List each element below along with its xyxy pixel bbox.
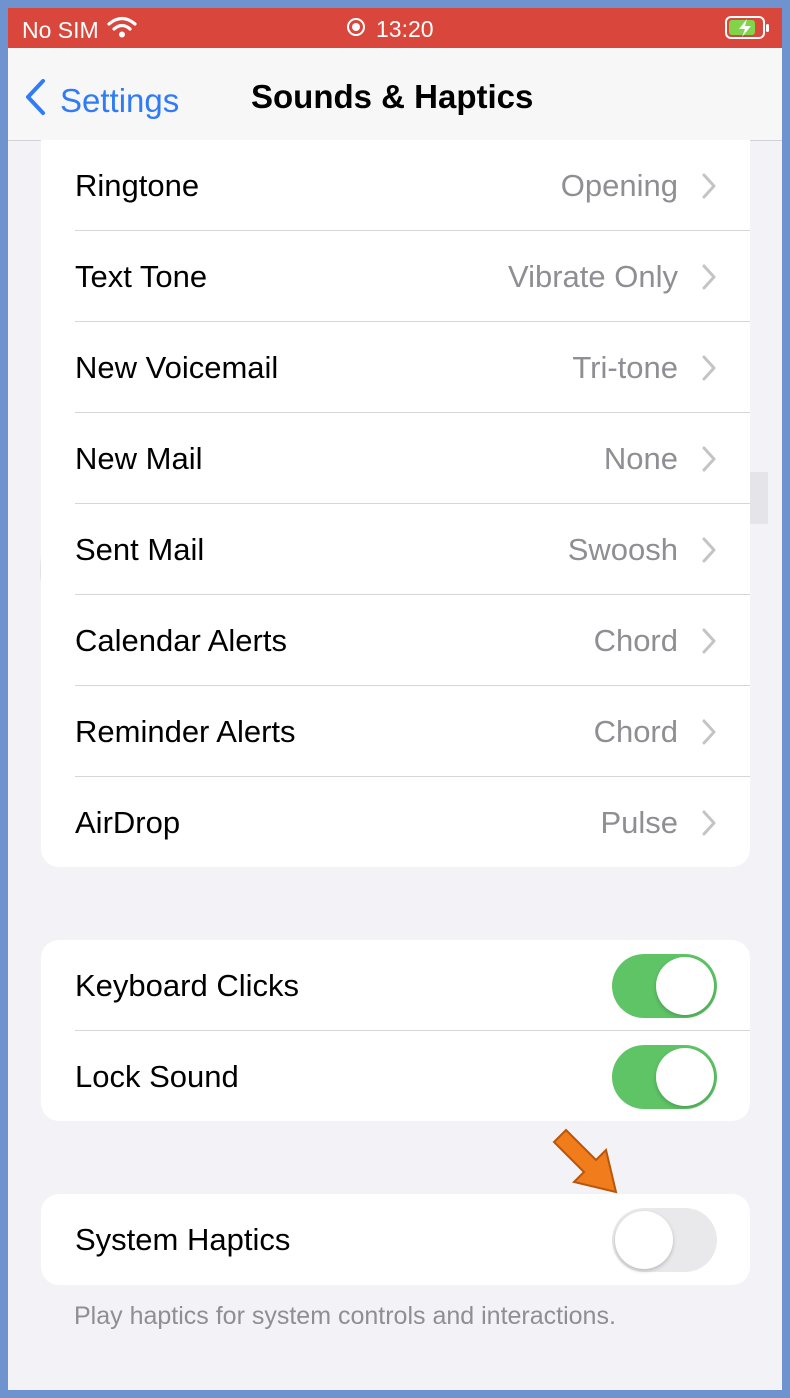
sound-row-ringtone[interactable]: Ringtone Opening — [41, 140, 750, 231]
row-value: Tri-tone — [572, 349, 678, 385]
toggle-knob — [656, 956, 714, 1015]
navigation-bar: Settings Sounds & Haptics — [8, 48, 782, 141]
chevron-right-icon — [702, 537, 716, 568]
toggle-row-keyboard-clicks: Keyboard Clicks — [41, 940, 750, 1031]
lock-sounds-group: Keyboard Clicks Lock Sound — [41, 940, 750, 1121]
chevron-right-icon — [702, 264, 716, 295]
toggle-knob — [615, 1210, 673, 1269]
sound-row-new-mail[interactable]: New Mail None — [41, 413, 750, 504]
page-title: Sounds & Haptics — [251, 78, 534, 115]
row-label: System Haptics — [75, 1221, 291, 1257]
phone-screen: No SIM 13:20 Settings Sounds & Haptics R… — [8, 8, 782, 1390]
battery-charging-icon — [724, 14, 772, 48]
row-label: Lock Sound — [75, 1058, 239, 1094]
toggle-knob — [656, 1047, 714, 1106]
carrier-label: No SIM — [22, 16, 99, 43]
sound-row-text-tone[interactable]: Text Tone Vibrate Only — [41, 231, 750, 322]
toggle-row-system-haptics: System Haptics — [41, 1194, 750, 1285]
status-center: 13:20 — [346, 16, 434, 43]
chevron-left-icon — [24, 78, 60, 124]
chevron-right-icon — [702, 628, 716, 659]
orange-arrow-icon — [552, 1128, 618, 1194]
chevron-right-icon — [702, 446, 716, 477]
sound-row-calendar-alerts[interactable]: Calendar Alerts Chord — [41, 595, 750, 686]
row-value: Chord — [593, 622, 678, 658]
lock-sound-toggle[interactable] — [612, 1044, 717, 1109]
chevron-right-icon — [702, 810, 716, 841]
row-label: Sent Mail — [75, 531, 205, 567]
row-label: New Voicemail — [75, 349, 279, 385]
sound-row-airdrop[interactable]: AirDrop Pulse — [41, 777, 750, 867]
back-label: Settings — [60, 82, 180, 119]
row-value: Chord — [593, 713, 678, 749]
sound-row-reminder-alerts[interactable]: Reminder Alerts Chord — [41, 686, 750, 777]
haptics-group: System Haptics — [41, 1194, 750, 1285]
row-label: Text Tone — [75, 258, 208, 294]
row-label: Keyboard Clicks — [75, 967, 299, 1003]
sound-row-sent-mail[interactable]: Sent Mail Swoosh — [41, 504, 750, 595]
toggle-row-lock-sound: Lock Sound — [41, 1031, 750, 1121]
chevron-right-icon — [702, 173, 716, 204]
clock: 13:20 — [376, 16, 434, 42]
chevron-right-icon — [702, 355, 716, 386]
system-haptics-toggle[interactable] — [612, 1207, 717, 1272]
row-value: Vibrate Only — [507, 258, 678, 294]
haptics-footnote: Play haptics for system controls and int… — [74, 1302, 616, 1330]
chevron-right-icon — [702, 719, 716, 750]
sounds-group: Ringtone Opening Text Tone Vibrate Only … — [41, 140, 750, 867]
row-label: Calendar Alerts — [75, 622, 287, 658]
row-label: Ringtone — [75, 167, 200, 203]
keyboard-clicks-toggle[interactable] — [612, 953, 717, 1018]
sound-row-new-voicemail[interactable]: New Voicemail Tri-tone — [41, 322, 750, 413]
back-button[interactable]: Settings — [24, 78, 179, 124]
row-label: New Mail — [75, 440, 203, 476]
row-label: AirDrop — [75, 804, 181, 840]
row-value: Pulse — [600, 804, 678, 840]
row-value: Swoosh — [567, 531, 678, 567]
status-bar: No SIM 13:20 — [8, 8, 782, 48]
location-icon — [346, 16, 366, 43]
row-value: Opening — [560, 167, 678, 203]
wifi-icon — [107, 16, 137, 44]
status-left: No SIM — [22, 16, 137, 44]
row-value: None — [603, 440, 678, 476]
row-label: Reminder Alerts — [75, 713, 296, 749]
